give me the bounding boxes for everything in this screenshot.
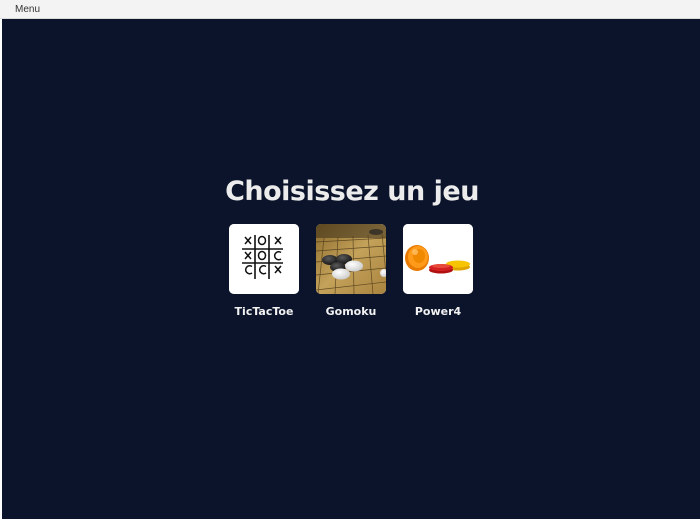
game-tile-power4[interactable]: Power4	[403, 224, 473, 318]
gomoku-board-icon	[316, 224, 386, 294]
game-tile-tictactoe[interactable]: TicTacToe	[229, 224, 299, 318]
power4-tokens-icon	[403, 224, 473, 294]
game-label-power4: Power4	[414, 305, 462, 318]
game-tile-gomoku[interactable]: Gomoku	[316, 224, 386, 318]
tictactoe-icon	[229, 224, 299, 294]
page-title: Choisissez un jeu	[225, 176, 479, 207]
menu-bar: Menu	[0, 0, 700, 19]
menu-button[interactable]: Menu	[15, 4, 40, 15]
